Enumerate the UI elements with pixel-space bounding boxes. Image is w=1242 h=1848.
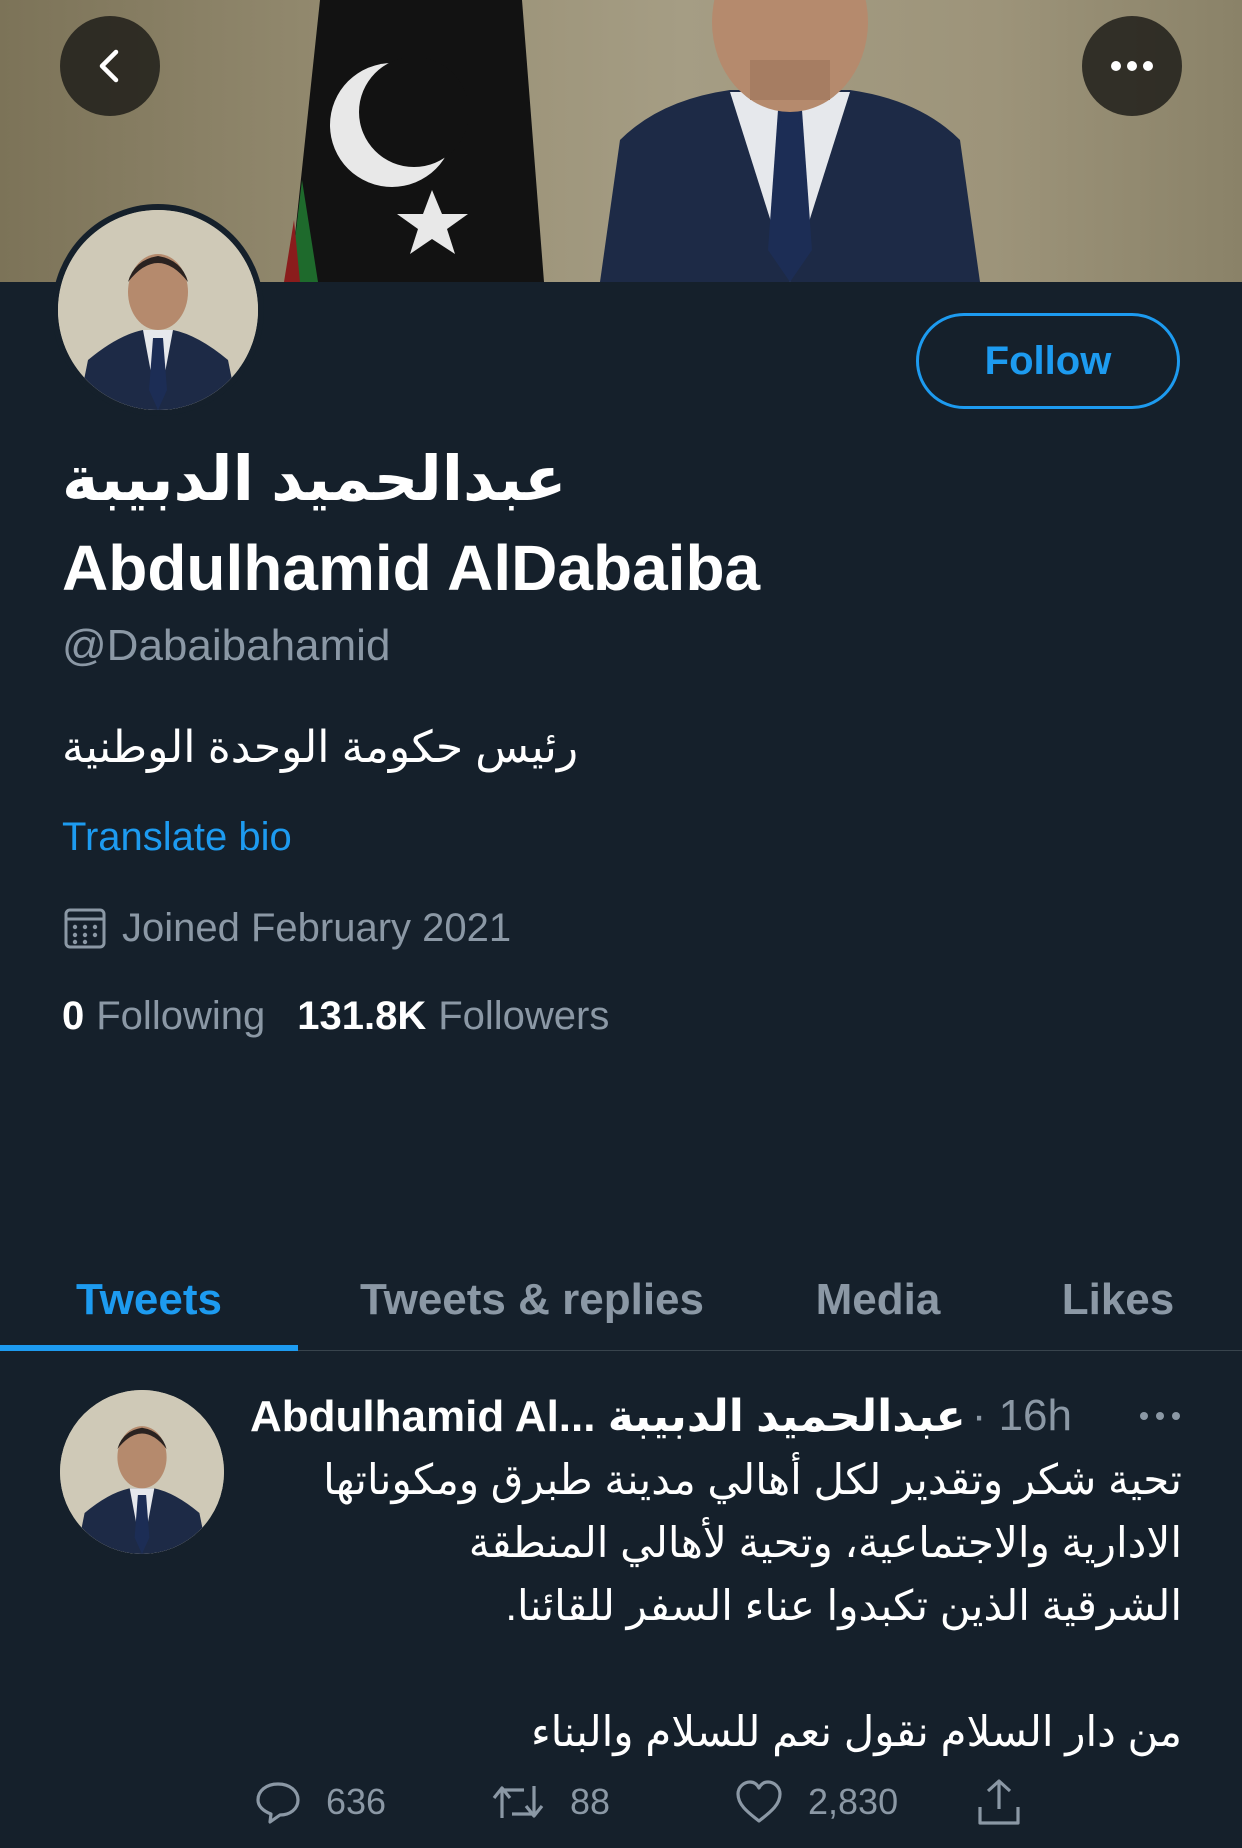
heart-icon: [736, 1780, 782, 1823]
like-button[interactable]: 2,830: [734, 1772, 898, 1832]
followers-label: Followers: [438, 993, 610, 1038]
tweet-header: Abdulhamid Al... عبدالحميد الدبيبة · 16h: [250, 1386, 1190, 1446]
retweet-count: 88: [570, 1781, 611, 1822]
share-button[interactable]: [976, 1772, 1046, 1832]
more-horizontal-icon: [1111, 61, 1153, 71]
banner-person-image: [600, 0, 980, 282]
share-icon: [978, 1779, 1020, 1825]
like-count: 2,830: [808, 1781, 899, 1822]
tab-media[interactable]: Media: [780, 1250, 976, 1350]
tweet-more-button[interactable]: [1130, 1386, 1190, 1446]
following-label: Following: [96, 993, 266, 1038]
tweet-actions: 636 88 2,830: [250, 1772, 1020, 1832]
tab-likes[interactable]: Likes: [1030, 1250, 1206, 1350]
follow-stats: 0 Following 131.8K Followers: [62, 988, 609, 1044]
reply-icon: [256, 1782, 300, 1824]
followers-stat[interactable]: 131.8K Followers: [297, 994, 609, 1039]
retweet-icon: [492, 1786, 544, 1818]
profile-bio: رئيس حكومة الوحدة الوطنية: [62, 723, 579, 772]
profile-tabs: Tweets Tweets & replies Media Likes: [0, 1250, 1242, 1351]
tab-tweets[interactable]: Tweets: [0, 1250, 298, 1350]
tweet-text: تحية شكر وتقدير لكل أهالي مدينة طبرق ومك…: [323, 1456, 1182, 1755]
followers-count: 131.8K: [297, 993, 427, 1038]
reply-button[interactable]: 636: [254, 1772, 386, 1832]
display-name-arabic: عبدالحميد الدبيبة: [62, 445, 567, 514]
more-options-button[interactable]: [1082, 16, 1182, 116]
banner-flag-image: [284, 0, 544, 282]
tweet[interactable]: Abdulhamid Al... عبدالحميد الدبيبة · 16h…: [0, 1352, 1242, 1848]
more-horizontal-icon: [1140, 1412, 1180, 1420]
profile-handle: @Dabaibahamid: [62, 621, 391, 670]
calendar-icon: [64, 908, 106, 949]
avatar-photo: [60, 1390, 224, 1554]
tweet-time[interactable]: · 16h: [972, 1391, 1072, 1441]
reply-count: 636: [326, 1781, 387, 1822]
follow-button[interactable]: Follow: [916, 313, 1180, 409]
tab-tweets-replies[interactable]: Tweets & replies: [330, 1250, 734, 1350]
avatar-photo: [58, 210, 258, 410]
active-tab-indicator: [0, 1345, 298, 1351]
back-button[interactable]: [60, 16, 160, 116]
display-name-english: Abdulhamid AlDabaiba: [62, 532, 761, 604]
chevron-left-icon: [99, 49, 119, 83]
tweet-avatar[interactable]: [60, 1390, 224, 1554]
retweet-button[interactable]: 88: [490, 1772, 610, 1832]
joined-date: Joined February 2021: [62, 900, 511, 956]
tweet-author[interactable]: Abdulhamid Al... عبدالحميد الدبيبة: [250, 1391, 966, 1442]
translate-bio-link[interactable]: Translate bio: [62, 810, 292, 864]
profile-avatar[interactable]: [52, 204, 264, 416]
joined-text: Joined February 2021: [122, 905, 512, 950]
following-count: 0: [62, 993, 85, 1038]
following-stat[interactable]: 0 Following: [62, 994, 265, 1039]
